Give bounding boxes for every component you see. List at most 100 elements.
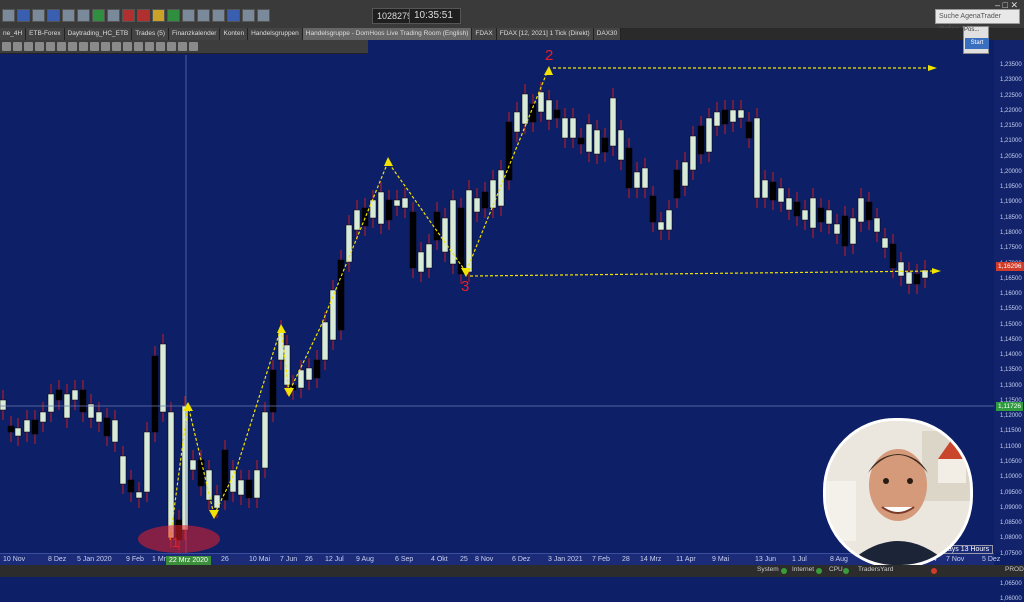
- tab-konten[interactable]: Konten: [220, 28, 249, 40]
- time-tick-label: 13 Jun: [755, 556, 777, 563]
- candle-body: [213, 494, 221, 509]
- price-tick-label: 1,19500: [1000, 184, 1022, 191]
- crosshair-date-badge: 22 Mrz 2020: [166, 556, 211, 565]
- window-icon[interactable]: [212, 9, 225, 22]
- time-tick-label: 5 Jan 2020: [77, 556, 112, 563]
- candle-body: [47, 393, 55, 413]
- candle-body: [151, 355, 159, 433]
- candle-body: [433, 211, 441, 241]
- refresh-icon[interactable]: [92, 9, 105, 22]
- list-icon[interactable]: [62, 9, 75, 22]
- stop-icon[interactable]: [137, 9, 150, 22]
- candle-body: [79, 389, 87, 413]
- tab-fdax-tick[interactable]: FDAX [12, 2021] 1 Tick (Direkt): [496, 28, 594, 40]
- candle-body: [39, 411, 47, 423]
- tab-etb-forex[interactable]: ETB-Forex: [26, 28, 65, 40]
- save-icon[interactable]: [17, 9, 30, 22]
- candle-body: [665, 209, 673, 231]
- candlestick-series: [0, 82, 929, 550]
- star-icon[interactable]: [152, 9, 165, 22]
- gear-icon[interactable]: [197, 9, 210, 22]
- price-tick-label: 1,20500: [1000, 153, 1022, 160]
- candle-body: [657, 221, 665, 231]
- candle-body: [489, 179, 497, 209]
- candle-body: [119, 455, 127, 485]
- candle-body: [497, 169, 505, 207]
- price-tick-label: 1,11000: [1000, 443, 1022, 450]
- candle-body: [633, 171, 641, 189]
- candle-body: [513, 111, 521, 133]
- layout-icon[interactable]: [227, 9, 240, 22]
- price-tick-label: 1,22000: [1000, 107, 1022, 114]
- chart-icon[interactable]: [47, 9, 60, 22]
- cpu-indicator: [843, 568, 849, 574]
- candle-body: [857, 197, 865, 223]
- alert-icon[interactable]: [122, 9, 135, 22]
- help-icon[interactable]: [257, 9, 270, 22]
- tab-fdax[interactable]: FDAX: [472, 28, 497, 40]
- wave-label-3: 3: [461, 278, 469, 295]
- tab-dax30[interactable]: DAX30: [593, 28, 622, 40]
- candle-body: [681, 161, 689, 187]
- settings-icon[interactable]: [107, 9, 120, 22]
- status-bar: System Internet CPU TradersYard PROD: [0, 565, 1024, 577]
- candle-body: [809, 197, 817, 229]
- candle-body: [753, 117, 761, 199]
- tab-finanzkalender[interactable]: Finanzkalender: [169, 28, 221, 40]
- price-axis[interactable]: 1,23500 1,23000 1,22500 1,22000 1,21500 1,210…: [994, 40, 1024, 602]
- candle-body: [393, 199, 401, 207]
- candle-body: [71, 389, 79, 401]
- price-tick-label: 1,22500: [1000, 92, 1022, 99]
- candle-body: [689, 135, 697, 171]
- time-tick-label: 26: [221, 556, 229, 563]
- system-indicator: [781, 568, 787, 574]
- time-tick-label: 28: [622, 556, 630, 563]
- tab-trades[interactable]: Trades (5): [132, 28, 170, 40]
- tab-ne-4h[interactable]: ne_4H: [0, 28, 27, 40]
- candle-body: [23, 419, 31, 433]
- candle-body: [913, 273, 921, 285]
- candle-body: [729, 109, 737, 123]
- candle-body: [553, 109, 561, 119]
- candle-body: [593, 129, 601, 155]
- clock-icon[interactable]: [242, 9, 255, 22]
- time-tick-label: 8 Nov: [475, 556, 494, 563]
- price-tick-label: 1,23000: [1000, 77, 1022, 84]
- candle-body: [425, 243, 433, 269]
- price-tick-label: 1,21500: [1000, 123, 1022, 130]
- candle-body: [721, 109, 729, 125]
- tab-daytrading[interactable]: Daytrading_HC_ETB: [64, 28, 133, 40]
- candle-body: [897, 261, 905, 277]
- candle-body: [865, 201, 873, 221]
- candle-body: [417, 251, 425, 273]
- time-tick-label: 10 Nov: [3, 556, 26, 563]
- time-tick-label: 7 Jun: [280, 556, 298, 563]
- price-tick-label: 1,14000: [1000, 352, 1022, 359]
- support-line[interactable]: [469, 270, 937, 277]
- candle-body: [849, 217, 857, 245]
- candle-body: [441, 217, 449, 253]
- search-input[interactable]: Suche AgenaTrader Online-Hilfe: [935, 9, 1020, 33]
- grid-icon[interactable]: [182, 9, 195, 22]
- candle-body: [737, 109, 745, 119]
- candle-body: [609, 97, 617, 147]
- candle-body: [585, 123, 593, 153]
- menu-icon[interactable]: [2, 9, 15, 22]
- candle-body: [769, 181, 777, 201]
- candle-body: [253, 469, 261, 499]
- play-icon[interactable]: [167, 9, 180, 22]
- candle-body: [569, 117, 577, 139]
- print-icon[interactable]: [32, 9, 45, 22]
- tab-handelsgruppen[interactable]: Handelsgruppen: [248, 28, 303, 40]
- candle-body: [457, 207, 465, 275]
- time-tick-label: 1 Jul: [792, 556, 807, 563]
- tab-live-trading-room[interactable]: Handelsgruppe - DomHoos Live Trading Roo…: [302, 28, 473, 40]
- price-tick-label: 1,13000: [1000, 382, 1022, 389]
- table-icon[interactable]: [77, 9, 90, 22]
- price-tick-label: 1,06000: [1000, 596, 1022, 602]
- price-tick-label: 1,13500: [1000, 367, 1022, 374]
- candle-body: [321, 321, 329, 361]
- candle-body: [577, 137, 585, 145]
- account-field[interactable]: 1028279: [372, 8, 412, 24]
- toolbar-icons: [2, 9, 270, 22]
